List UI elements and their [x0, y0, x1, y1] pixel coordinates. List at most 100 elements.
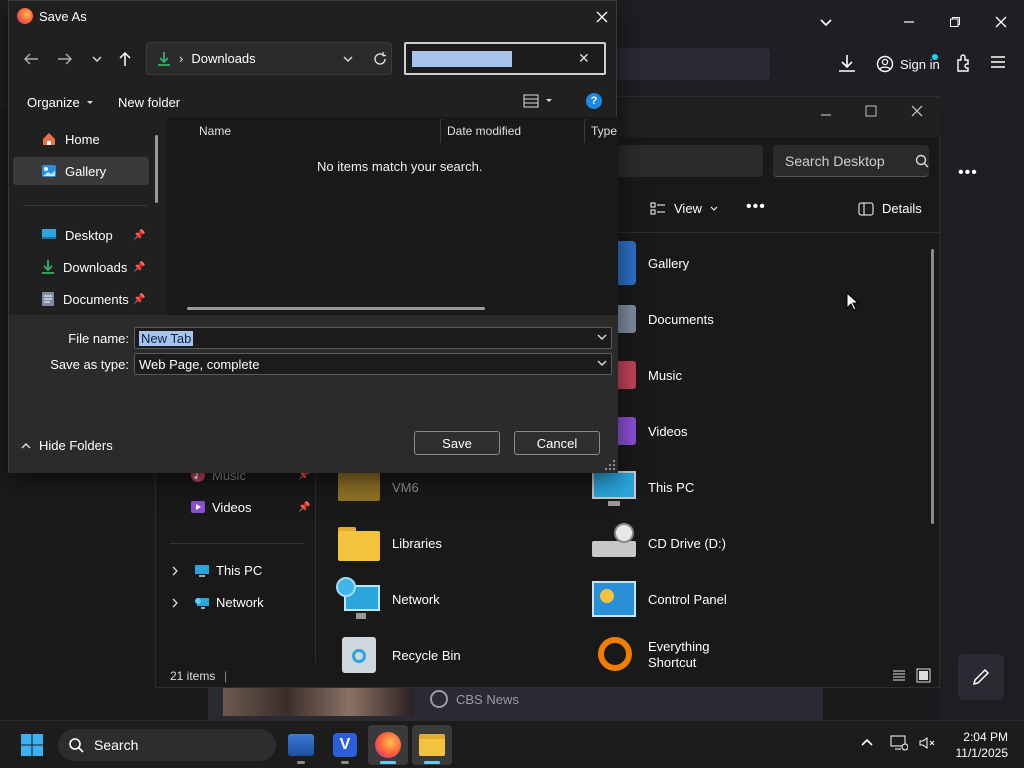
- address-bar[interactable]: [610, 48, 770, 80]
- scrollbar[interactable]: [155, 135, 158, 203]
- list-item[interactable]: Libraries: [336, 521, 442, 565]
- volume-muted-icon[interactable]: [918, 735, 936, 751]
- save-as-type-select[interactable]: Web Page, complete: [134, 353, 612, 375]
- scrollbar[interactable]: [931, 249, 934, 524]
- column-header-name[interactable]: Name: [199, 124, 231, 138]
- start-button[interactable]: [12, 725, 52, 765]
- new-folder-button[interactable]: New folder: [118, 95, 180, 110]
- taskbar-app-firefox[interactable]: [368, 725, 408, 765]
- taskbar-app-gallery[interactable]: [281, 725, 321, 765]
- chevron-down-icon: [86, 100, 93, 104]
- sign-in-button[interactable]: Sign in: [868, 48, 944, 80]
- column-divider[interactable]: [584, 119, 585, 143]
- large-icons-view-icon[interactable]: [916, 668, 931, 683]
- nav-item-documents[interactable]: Documents 📌: [9, 285, 149, 313]
- item-label: Music: [648, 367, 682, 383]
- pin-icon[interactable]: 📌: [133, 262, 145, 273]
- dialog-titlebar: Save As: [9, 1, 618, 33]
- maximize-icon[interactable]: [941, 8, 969, 36]
- recent-locations-chevron-icon[interactable]: [87, 49, 107, 69]
- details-view-icon[interactable]: [892, 669, 906, 683]
- close-icon[interactable]: [911, 105, 923, 117]
- back-arrow-icon[interactable]: [21, 49, 41, 69]
- forward-arrow-icon[interactable]: [55, 49, 75, 69]
- up-arrow-icon[interactable]: [115, 49, 135, 69]
- nav-label: Home: [65, 131, 100, 147]
- edit-button[interactable]: [958, 654, 1004, 700]
- resize-grip-icon[interactable]: [604, 459, 616, 471]
- search-icon: [69, 738, 84, 753]
- maximize-icon[interactable]: [865, 105, 877, 117]
- nav-item-videos[interactable]: Videos 📌: [190, 499, 310, 515]
- minimize-icon[interactable]: [820, 109, 832, 121]
- close-icon[interactable]: [592, 7, 612, 27]
- nav-item-gallery[interactable]: Gallery: [13, 157, 149, 185]
- details-pane-icon: [858, 202, 874, 215]
- gallery-icon: [42, 165, 56, 177]
- pin-icon[interactable]: 📌: [133, 294, 145, 305]
- pin-icon[interactable]: 📌: [133, 230, 145, 241]
- clock-date: 11/1/2025: [955, 746, 1009, 760]
- view-menu-button[interactable]: View: [650, 201, 718, 216]
- nav-item-desktop[interactable]: Desktop 📌: [9, 221, 149, 249]
- nav-item-this-pc[interactable]: This PC: [170, 563, 262, 578]
- column-header-date-modified[interactable]: Date modified: [447, 124, 521, 138]
- system-clock[interactable]: 2:04 PM 11/1/2025: [948, 729, 1009, 761]
- list-item[interactable]: Network: [336, 577, 440, 621]
- news-source-label: CBS News: [456, 692, 519, 707]
- nav-label: Documents: [63, 291, 129, 307]
- list-item[interactable]: Control Panel: [592, 577, 727, 621]
- pin-icon[interactable]: 📌: [298, 502, 310, 513]
- running-indicator: [297, 761, 305, 764]
- search-input[interactable]: ✕: [404, 42, 606, 75]
- chevron-down-icon[interactable]: [597, 332, 607, 342]
- organize-button[interactable]: Organize: [27, 95, 94, 110]
- empty-message: No items match your search.: [317, 159, 483, 174]
- column-divider[interactable]: [440, 119, 441, 143]
- path-breadcrumb[interactable]: › Downloads: [146, 42, 392, 75]
- nav-item-network[interactable]: Network: [170, 595, 264, 610]
- nav-item-downloads[interactable]: Downloads 📌: [9, 253, 149, 281]
- file-name-field[interactable]: New Tab: [134, 327, 612, 349]
- breadcrumb-separator-icon: ›: [179, 51, 184, 66]
- save-button[interactable]: Save: [414, 431, 500, 455]
- taskbar-search[interactable]: Search: [58, 729, 276, 761]
- close-icon[interactable]: [987, 8, 1015, 36]
- taskbar-app-v[interactable]: V: [325, 725, 365, 765]
- chevron-right-icon[interactable]: [170, 598, 180, 608]
- browser-content-area: •••: [940, 110, 1024, 720]
- show-hidden-icons-chevron-icon[interactable]: [860, 737, 874, 747]
- network-status-icon[interactable]: [890, 735, 908, 751]
- hide-folders-button[interactable]: Hide Folders: [21, 438, 113, 453]
- extensions-icon[interactable]: [954, 53, 976, 75]
- explorer-address-bar[interactable]: [616, 145, 763, 177]
- more-options-icon[interactable]: •••: [746, 198, 766, 216]
- nav-item-home[interactable]: Home: [9, 125, 149, 153]
- taskbar-search-placeholder: Search: [94, 737, 139, 753]
- details-pane-button[interactable]: Details: [858, 201, 922, 216]
- taskbar-app-file-explorer[interactable]: [412, 725, 452, 765]
- network-icon: [336, 577, 382, 621]
- help-button[interactable]: ?: [586, 93, 602, 109]
- cbs-logo-icon: [430, 690, 448, 708]
- clear-search-icon[interactable]: ✕: [578, 50, 590, 67]
- hide-folders-label: Hide Folders: [39, 438, 113, 453]
- nav-label: Gallery: [65, 163, 107, 179]
- chevron-up-icon: [21, 442, 31, 449]
- chevron-right-icon[interactable]: [170, 566, 180, 576]
- explorer-search-input[interactable]: Search Desktop: [773, 145, 929, 177]
- downloads-icon[interactable]: [836, 52, 858, 76]
- menu-icon[interactable]: [990, 55, 1010, 73]
- tabs-list-chevron-icon[interactable]: [812, 8, 840, 36]
- view-list-icon: [523, 94, 539, 108]
- minimize-icon[interactable]: [895, 8, 923, 36]
- refresh-icon[interactable]: [373, 52, 387, 66]
- change-view-button[interactable]: [523, 94, 553, 108]
- list-item[interactable]: CD Drive (D:): [592, 521, 726, 565]
- column-header-type[interactable]: Type: [591, 124, 617, 138]
- news-thumbnail[interactable]: [223, 688, 413, 716]
- chevron-down-icon[interactable]: [343, 55, 353, 63]
- horizontal-scrollbar[interactable]: [187, 307, 485, 310]
- cancel-button[interactable]: Cancel: [514, 431, 600, 455]
- more-icon[interactable]: •••: [958, 164, 978, 182]
